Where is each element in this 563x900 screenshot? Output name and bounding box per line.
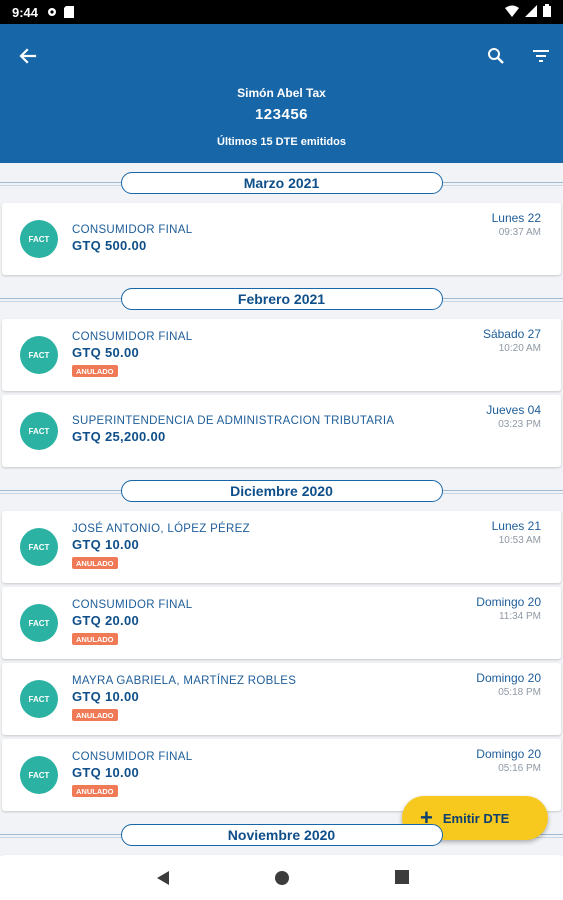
dte-card[interactable]: FACT JOSÉ ANTONIO, LÓPEZ PÉREZ GTQ 10.00… xyxy=(2,511,561,583)
status-bar: 9:44 xyxy=(0,0,563,24)
month-header: Febrero 2021 xyxy=(0,279,563,319)
client-name: MAYRA GABRIELA, MARTÍNEZ ROBLES xyxy=(72,675,297,687)
date-time: 05:16 PM xyxy=(498,763,541,774)
date-time: 05:18 PM xyxy=(498,687,541,698)
document-type-badge: FACT xyxy=(20,528,58,566)
status-badge: ANULADO xyxy=(72,365,118,377)
emit-dte-label: Emitir DTE xyxy=(442,810,510,826)
filter-icon xyxy=(533,50,549,62)
date-time: 11:34 PM xyxy=(498,611,541,622)
battery-icon xyxy=(543,4,551,20)
client-name: CONSUMIDOR FINAL xyxy=(72,751,193,763)
client-name: CONSUMIDOR FINAL xyxy=(72,224,193,236)
date-day: Lunes 22 xyxy=(491,211,541,225)
back-button[interactable] xyxy=(14,42,42,70)
month-header: Diciembre 2020 xyxy=(0,471,563,511)
search-button[interactable] xyxy=(482,42,510,70)
status-time: 9:44 xyxy=(12,4,39,20)
month-label: Febrero 2021 xyxy=(120,288,443,310)
filter-button[interactable] xyxy=(527,42,555,70)
month-label: Marzo 2021 xyxy=(120,172,443,194)
document-type-badge: FACT xyxy=(20,604,58,642)
date-day: Lunes 21 xyxy=(491,519,541,533)
document-type-badge: FACT xyxy=(20,412,58,450)
amount: GTQ 10.00 xyxy=(72,689,140,704)
status-badge: ANULADO xyxy=(72,557,118,569)
dte-card[interactable]: FACT SUPERINTENDENCIA DE ADMINISTRACION … xyxy=(2,395,561,467)
month-label: Diciembre 2020 xyxy=(120,480,443,502)
wifi-icon xyxy=(505,5,519,20)
month-header: Marzo 2021 xyxy=(0,163,563,203)
taxpayer-nit: 123456 xyxy=(254,106,309,123)
date-day: Domingo 20 xyxy=(476,747,541,761)
client-name: CONSUMIDOR FINAL xyxy=(72,331,193,343)
status-badge: ANULADO xyxy=(72,633,118,645)
date-day: Sábado 27 xyxy=(482,327,541,341)
amount: GTQ 50.00 xyxy=(72,345,140,360)
list-subtitle: Últimos 15 DTE emitidos xyxy=(217,136,346,148)
client-name: JOSÉ ANTONIO, LÓPEZ PÉREZ xyxy=(72,523,250,535)
date-day: Domingo 20 xyxy=(476,671,541,685)
client-name: CONSUMIDOR FINAL xyxy=(72,599,193,611)
arrow-back-icon xyxy=(19,48,37,64)
date-time: 09:37 AM xyxy=(498,227,541,238)
status-badge: ANULADO xyxy=(72,709,118,721)
amount: GTQ 20.00 xyxy=(72,613,140,628)
status-badge: ANULADO xyxy=(72,785,118,797)
amount: GTQ 10.00 xyxy=(72,537,140,552)
dte-card[interactable]: FACT CONSUMIDOR FINAL GTQ 20.00 ANULADO … xyxy=(2,587,561,659)
amount: GTQ 10.00 xyxy=(72,765,140,780)
date-time: 10:53 AM xyxy=(498,535,541,546)
date-day: Jueves 04 xyxy=(486,403,541,417)
system-nav-bar xyxy=(0,856,563,900)
search-icon xyxy=(488,48,504,64)
nav-back-icon[interactable] xyxy=(156,870,170,891)
amount: GTQ 500.00 xyxy=(72,238,147,253)
month-label: Noviembre 2020 xyxy=(120,824,443,846)
date-day: Domingo 20 xyxy=(476,595,541,609)
date-time: 03:23 PM xyxy=(498,419,541,430)
document-type-badge: FACT xyxy=(20,756,58,794)
amount: GTQ 25,200.00 xyxy=(72,429,166,444)
sd-card-icon xyxy=(64,6,75,18)
dte-list[interactable]: Marzo 2021 FACT CONSUMIDOR FINAL GTQ 500… xyxy=(0,163,563,856)
nav-home-icon[interactable] xyxy=(274,870,290,891)
document-type-badge: FACT xyxy=(20,680,58,718)
client-name: SUPERINTENDENCIA DE ADMINISTRACION TRIBU… xyxy=(72,415,395,427)
app-header: Simón Abel Tax 123456 Últimos 15 DTE emi… xyxy=(0,24,563,163)
signal-icon xyxy=(525,4,537,20)
dte-card[interactable]: FACT CONSUMIDOR FINAL GTQ 50.00 ANULADO … xyxy=(2,319,561,391)
dte-card[interactable]: FACT MAYRA GABRIELA, MARTÍNEZ ROBLES GTQ… xyxy=(2,663,561,735)
dte-card[interactable]: FACT CONSUMIDOR FINAL GTQ 500.00 Lunes 2… xyxy=(2,203,561,275)
document-type-badge: FACT xyxy=(20,220,58,258)
taxpayer-name: Simón Abel Tax xyxy=(237,86,326,100)
document-type-badge: FACT xyxy=(20,336,58,374)
date-time: 10:20 AM xyxy=(498,343,541,354)
settings-icon xyxy=(46,6,58,18)
nav-recents-icon[interactable] xyxy=(395,870,409,889)
